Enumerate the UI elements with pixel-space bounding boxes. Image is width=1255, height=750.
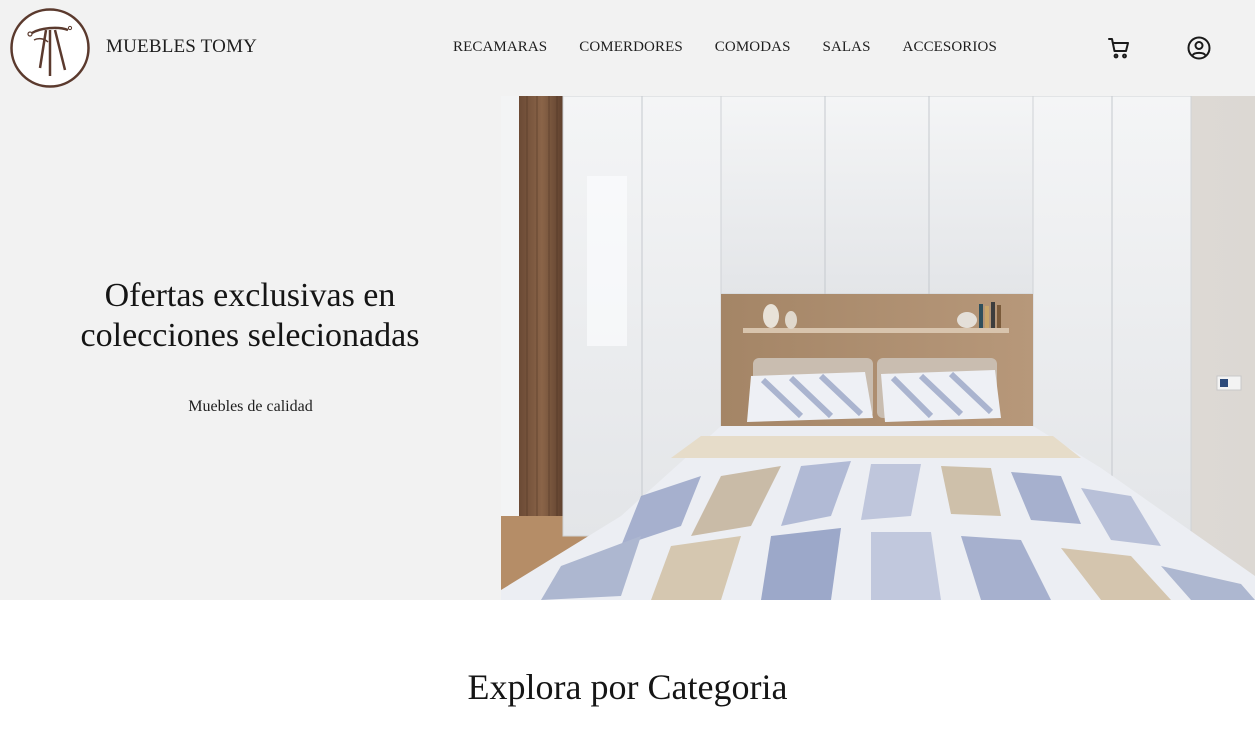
brand-logo-icon[interactable] <box>10 8 90 88</box>
cart-icon[interactable] <box>1107 36 1131 60</box>
hero-banner: Ofertas exclusivas en colecciones seleci… <box>0 96 1255 600</box>
brand-name[interactable]: MUEBLES TOMY <box>106 36 257 58</box>
nav-item-accesorios[interactable]: ACCESORIOS <box>903 39 997 57</box>
nav-item-comodas[interactable]: COMODAS <box>715 39 791 57</box>
nav-item-recamaras[interactable]: RECAMARAS <box>453 39 547 57</box>
user-account-icon[interactable] <box>1187 36 1211 60</box>
hero-text-panel: Ofertas exclusivas en colecciones seleci… <box>0 96 501 600</box>
hero-subtitle: Muebles de calidad <box>188 398 313 415</box>
main-nav: RECAMARAS COMERDORES COMODAS SALAS ACCES… <box>453 39 997 57</box>
categories-section-title: Explora por Categoria <box>467 667 788 707</box>
hero-title: Ofertas exclusivas en colecciones seleci… <box>80 277 420 354</box>
hero-bedroom-image <box>501 96 1255 600</box>
nav-item-comerdores[interactable]: COMERDORES <box>579 39 683 57</box>
site-header: MUEBLES TOMY RECAMARAS COMERDORES COMODA… <box>0 0 1255 96</box>
nav-item-salas[interactable]: SALAS <box>823 39 871 57</box>
